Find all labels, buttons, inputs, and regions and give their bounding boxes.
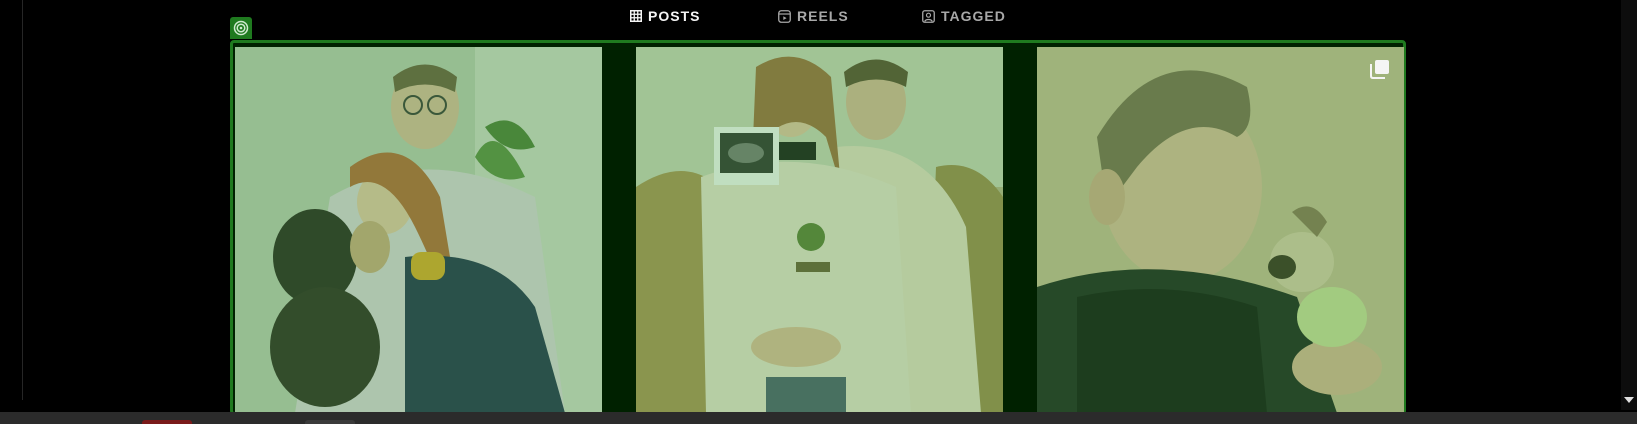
target-icon (233, 20, 249, 36)
post-image (235, 47, 602, 413)
tagged-icon (922, 9, 935, 23)
tab-reels-label: REELS (797, 8, 849, 24)
bottom-taskbar (0, 412, 1637, 424)
sidebar-divider (22, 0, 23, 400)
reels-icon (778, 9, 791, 23)
tab-tagged-label: TAGGED (941, 8, 1006, 24)
post-thumbnail[interactable] (1037, 47, 1404, 413)
scrollbar[interactable] (1621, 0, 1637, 410)
tab-tagged[interactable]: TAGGED (922, 6, 1006, 26)
tab-posts[interactable]: POSTS (630, 6, 700, 26)
tab-posts-label: POSTS (648, 8, 701, 24)
profile-posts-page: POSTS REELS TAGGED (0, 0, 1637, 424)
post-image (636, 47, 1003, 413)
taskbar-item[interactable] (305, 420, 355, 424)
carousel-icon (1370, 59, 1390, 79)
tab-reels[interactable]: REELS (778, 6, 849, 26)
scroll-down-arrow-icon[interactable] (1624, 397, 1634, 403)
post-thumbnail[interactable] (636, 47, 1003, 413)
taskbar-item[interactable] (142, 420, 192, 424)
post-thumbnail[interactable] (235, 47, 602, 413)
overlay-badge (230, 17, 252, 39)
grid-icon (630, 10, 642, 22)
post-image (1037, 47, 1404, 413)
